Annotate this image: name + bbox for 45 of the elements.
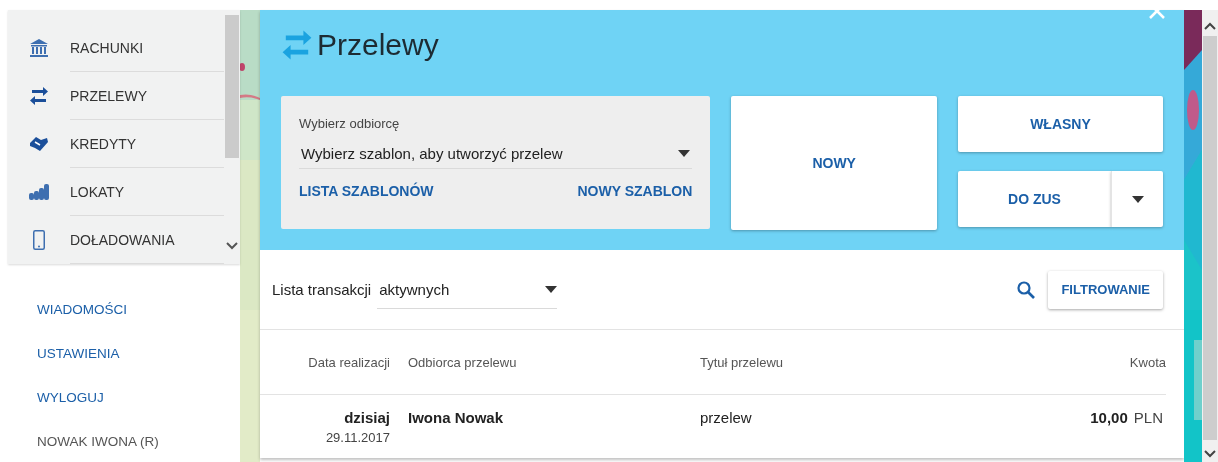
field-label: Wybierz odbiorcę: [299, 116, 400, 131]
zus-transfer-button[interactable]: DO ZUS: [958, 171, 1111, 227]
user-name[interactable]: NOWAK IWONA (R): [37, 419, 159, 462]
chevron-down-icon[interactable]: [226, 242, 238, 250]
coin-stack-icon: [29, 184, 49, 200]
menu-item[interactable]: LOKATY: [70, 168, 224, 216]
dialog-title: Przelewy: [317, 28, 439, 62]
date-day: dzisiaj: [344, 409, 390, 426]
menu-item[interactable]: KREDYTY: [70, 120, 224, 168]
transfer-arrows-icon: [29, 86, 49, 106]
transfer-arrows-icon: [281, 29, 313, 61]
phone-icon: [33, 230, 45, 250]
chevron-down-icon[interactable]: [1204, 450, 1216, 458]
status-select[interactable]: aktywnych: [377, 270, 558, 309]
scrollbar-thumb[interactable]: [225, 15, 239, 158]
date: 29.11.2017: [325, 430, 390, 445]
sidebar-link[interactable]: WYLOGUJ: [37, 375, 104, 419]
sidebar-link[interactable]: WIADOMOŚCI: [37, 287, 127, 331]
caret-icon: [1131, 195, 1144, 203]
page-scrollbar[interactable]: [1202, 10, 1218, 462]
menu-item[interactable]: DOŁADOWANIA: [70, 216, 224, 264]
bank-icon: [29, 38, 49, 58]
template-select[interactable]: Wybierz szablon, aby utworzyć przelew: [299, 139, 693, 169]
text-button[interactable]: NOWY SZABLON: [577, 183, 693, 199]
own-transfer-button[interactable]: WŁASNY: [958, 96, 1163, 152]
chevron-up-icon[interactable]: [1204, 22, 1216, 30]
recipient-cell-text: Iwona Nowak: [407, 408, 505, 426]
menu-item[interactable]: RACHUNKI: [70, 24, 224, 72]
text-button[interactable]: LISTA SZABLONÓW: [299, 183, 434, 199]
caret-icon: [678, 150, 691, 157]
menu-item[interactable]: PRZELEWY: [70, 72, 224, 120]
filter-button[interactable]: FILTROWANIE: [1048, 270, 1163, 309]
amount: 10,00: [1090, 409, 1128, 426]
search-icon[interactable]: [1016, 279, 1037, 300]
hand-icon: [29, 136, 49, 152]
title-cell-text: przelew: [700, 408, 753, 426]
column-header: Data realizacji: [260, 330, 390, 395]
caret-icon: [545, 285, 558, 293]
currency: PLN: [1133, 409, 1163, 426]
column-header: Tytuł przelewu: [700, 330, 933, 395]
column-header: Odbiorca przelewu: [390, 330, 700, 395]
sidebar-link[interactable]: USTAWIENIA: [37, 331, 120, 375]
new-transfer-button[interactable]: NOWY: [731, 96, 937, 230]
list-label: Lista transakcji: [272, 281, 372, 298]
column-header: Kwota: [933, 330, 1166, 395]
